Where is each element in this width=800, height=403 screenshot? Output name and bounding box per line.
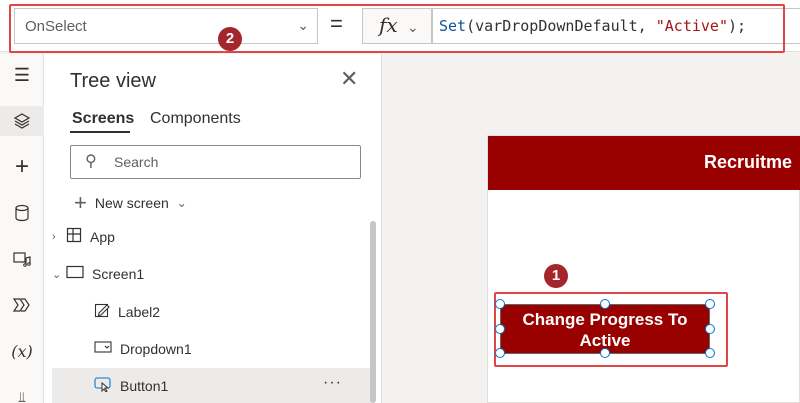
tree-item-dropdown1[interactable]: Dropdown1 [52,331,372,367]
tree-view-title: Tree view [70,70,156,92]
plus-icon: + [74,190,87,215]
formula-highlight-box [9,4,785,53]
button-icon [94,376,112,396]
new-screen-label: New screen [94,195,169,211]
flow-icon-svg [12,298,30,312]
layers-icon[interactable] [0,106,44,136]
change-progress-button[interactable]: Change Progress To Active [500,304,710,354]
search-placeholder: Search [114,154,159,170]
dropdown-icon-svg [94,341,112,353]
resize-handle[interactable] [705,299,715,309]
tree-item-label: Button1 [120,378,169,394]
tree-item-label: Label2 [118,304,161,320]
tab-components[interactable]: Components [150,110,241,128]
media-icon[interactable] [0,244,44,274]
more-options-icon[interactable]: ··· [323,374,342,392]
step-badge-2: 2 [218,27,242,51]
app-icon [66,227,82,247]
layers-icon-svg [13,113,31,129]
variables-icon[interactable]: (x) [0,336,44,366]
chevron-down-icon: ⌄ [176,196,187,210]
power-automate-icon[interactable] [0,290,44,320]
label-icon-svg [94,303,110,318]
resize-handle[interactable] [600,299,610,309]
resize-handle[interactable] [495,348,505,358]
resize-handle[interactable] [705,324,715,334]
resize-handle[interactable] [495,324,505,334]
tree-item-button1[interactable]: Button1 ··· [52,368,372,403]
label-edit-icon [94,302,110,322]
dropdown-icon [94,340,112,358]
search-icon: ⚲ [85,153,97,170]
app-header-bar: Recruitme [488,136,800,190]
left-rail: ☰ + (x) ⫫ [0,54,44,403]
media-icon-svg [13,252,31,267]
resize-handle[interactable] [495,299,505,309]
screen-icon-svg [66,265,84,279]
tree-item-label: App [90,229,115,245]
resize-handle[interactable] [705,348,715,358]
data-icon-svg [15,204,29,222]
resize-handle[interactable] [600,348,610,358]
chevron-down-icon[interactable]: ⌄ [52,268,66,281]
app-icon-svg [66,227,82,243]
tab-screens[interactable]: Screens [72,110,134,128]
app-header-title: Recruitme [704,152,793,172]
chevron-right-icon[interactable]: › [52,231,66,243]
screen-icon [66,265,84,283]
formula-bar: OnSelect ⌄ = fx ⌄ Set(varDropDownDefault… [0,0,800,53]
tree-item-screen1[interactable]: ⌄ Screen1 [52,256,372,292]
search-input[interactable]: ⚲ Search [70,145,361,179]
close-icon[interactable]: ✕ [340,66,358,92]
tree-item-app[interactable]: › App [52,219,372,255]
tree-item-label: Screen1 [92,266,145,282]
advanced-tools-icon[interactable]: ⫫ [0,382,44,403]
data-cylinder-icon[interactable] [0,198,44,228]
hamburger-menu-icon[interactable]: ☰ [0,60,44,90]
tree-item-label: Dropdown1 [120,341,192,357]
tree-scrollbar[interactable] [370,221,376,403]
active-tab-underline [70,131,130,133]
step-badge-1: 1 [544,264,568,288]
tree-item-label2[interactable]: Label2 [52,294,372,330]
tree-view-panel: Tree view ✕ Screens Components ⚲ Search … [44,54,382,403]
insert-plus-icon[interactable]: + [0,152,44,182]
new-screen-button[interactable]: + New screen ⌄ [74,190,187,216]
button-icon-svg [94,377,111,393]
